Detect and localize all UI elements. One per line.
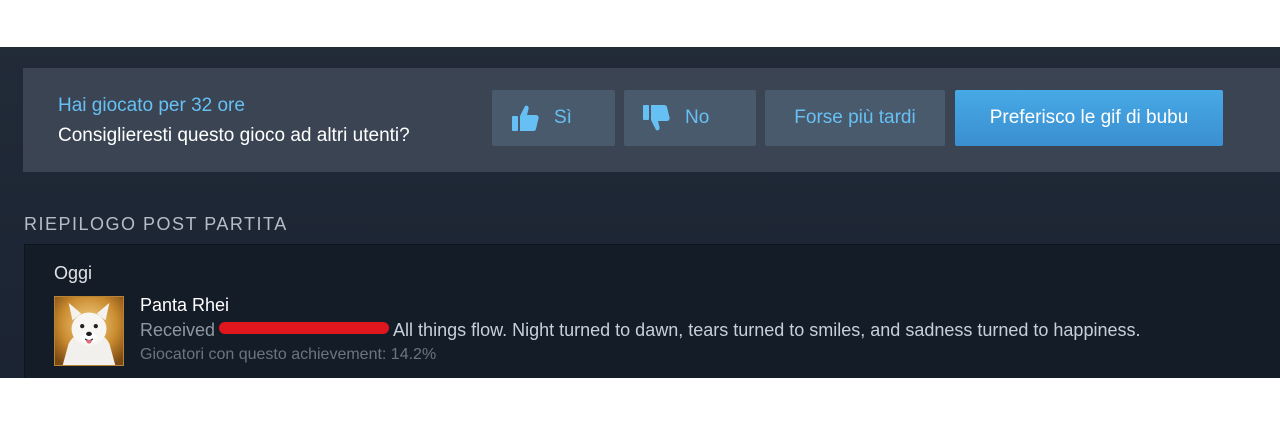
thumbs-up-icon (510, 103, 540, 133)
summary-day: Oggi (54, 263, 93, 283)
prefer-gif-button[interactable]: Preferisco le gif di bubu (955, 90, 1223, 146)
achievement-description-line: Received All things flow. Night turned to… (140, 320, 1140, 341)
maybe-later-button[interactable]: Forse più tardi (765, 90, 945, 146)
samoyed-dog-achievement-icon[interactable] (54, 296, 124, 366)
review-question: Consiglieresti questo gioco ad altri ute… (58, 125, 410, 146)
steam-game-page: Hai giocato per 32 ore Consiglieresti qu… (0, 47, 1280, 378)
recommend-yes-button[interactable]: Sì (492, 90, 615, 146)
recommend-no-label: No (685, 107, 710, 128)
redaction-mark (219, 322, 390, 334)
recommend-yes-label: Sì (554, 107, 572, 128)
post-game-summary-panel: Oggi Panta Rhei Received All things flow… (24, 244, 1280, 378)
achievement-players-stat: Giocatori con questo achievement: 14.2% (140, 346, 437, 363)
achievement-name: Panta Rhei (140, 295, 230, 315)
achievement-description: All things flow. Night turned to dawn, t… (393, 320, 1141, 340)
thumbs-down-icon (641, 103, 671, 133)
post-game-summary-title: RIEPILOGO POST PARTITA (24, 214, 288, 234)
prefer-gif-label: Preferisco le gif di bubu (989, 107, 1189, 128)
hours-played: Hai giocato per 32 ore (58, 95, 245, 116)
recommend-no-button[interactable]: No (624, 90, 756, 146)
maybe-later-label: Forse più tardi (794, 107, 916, 128)
received-label: Received (140, 320, 216, 340)
review-prompt: Hai giocato per 32 ore Consiglieresti qu… (23, 68, 1280, 172)
